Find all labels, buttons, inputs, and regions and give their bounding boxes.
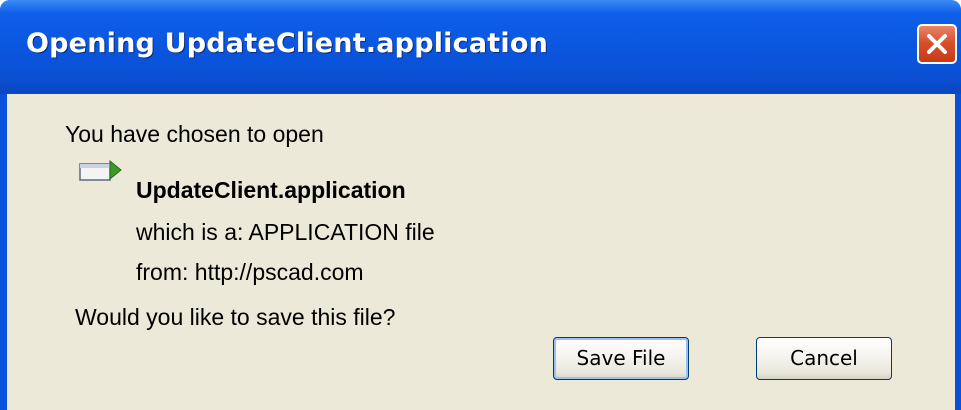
save-file-dialog: Opening UpdateClient.application You hav…: [0, 0, 961, 410]
intro-text: You have chosen to open: [65, 121, 324, 147]
file-type: which is a: APPLICATION file: [136, 219, 435, 245]
close-icon: [927, 34, 947, 54]
save-file-button[interactable]: Save File: [553, 337, 689, 380]
file-name: UpdateClient.application: [136, 177, 406, 203]
title-bar[interactable]: Opening UpdateClient.application: [0, 0, 961, 94]
close-button[interactable]: [917, 24, 957, 64]
file-source: from: http://pscad.com: [136, 259, 364, 285]
window-title: Opening UpdateClient.application: [26, 28, 548, 59]
cancel-button[interactable]: Cancel: [756, 337, 892, 380]
save-question: Would you like to save this file?: [75, 304, 396, 330]
application-file-icon: [79, 160, 122, 181]
dialog-body: You have chosen to open UpdateClient.app…: [7, 94, 955, 410]
